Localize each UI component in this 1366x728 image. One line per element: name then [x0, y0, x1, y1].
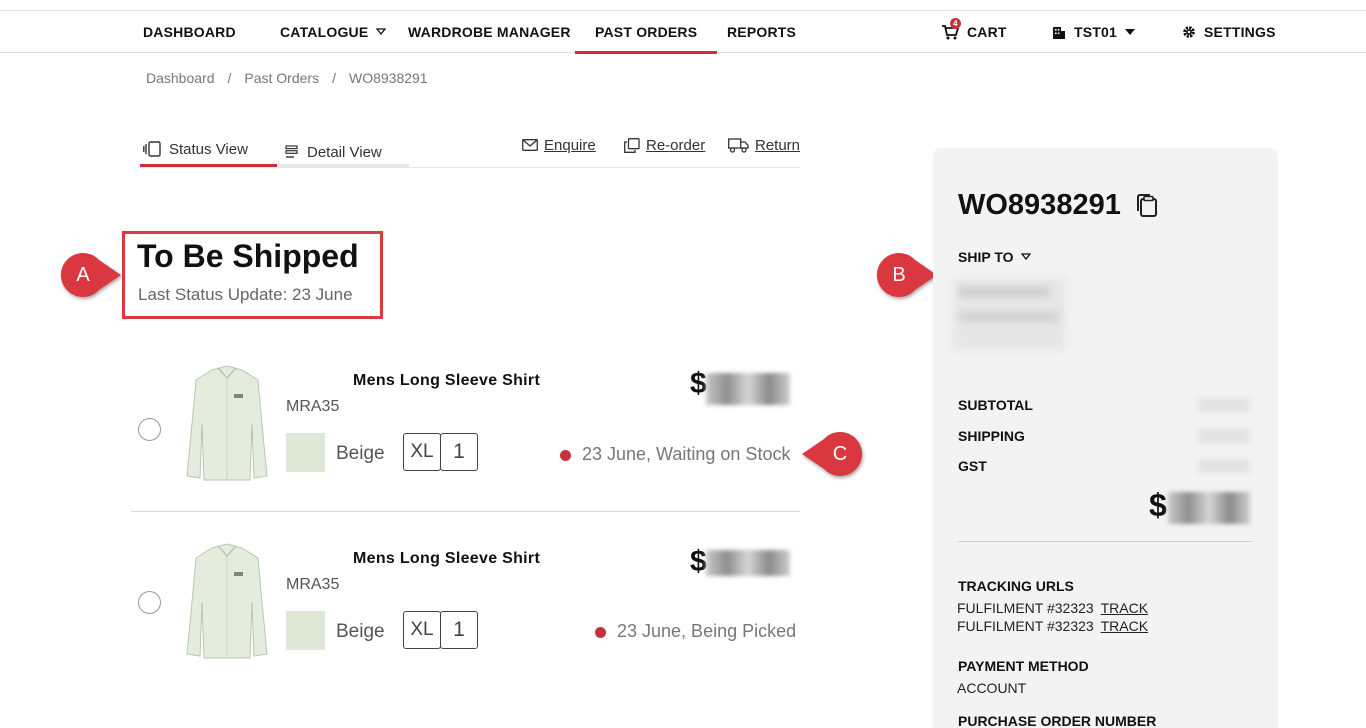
- line-item-price-redacted: [706, 550, 790, 576]
- product-image-shirt: [182, 542, 272, 662]
- tracking-title: TRACKING URLS: [958, 578, 1074, 594]
- truck-icon: [728, 137, 749, 153]
- nav-catalogue[interactable]: CATALOGUE: [280, 11, 387, 53]
- breadcrumb: Dashboard / Past Orders / WO8938291: [146, 70, 428, 86]
- caret-down-icon: [1125, 27, 1136, 38]
- reorder-label: Re-order: [646, 136, 706, 154]
- gst-value-redacted: [1198, 459, 1250, 473]
- callout-c-label: C: [832, 443, 848, 465]
- callout-b-label: B: [892, 264, 906, 286]
- nav-cart[interactable]: 4 CART: [942, 11, 1007, 53]
- track-link[interactable]: TRACK: [1101, 600, 1148, 616]
- callout-b: B: [875, 251, 937, 299]
- enquire-label: Enquire: [544, 136, 596, 154]
- status-dot: [595, 627, 606, 638]
- payment-title: PAYMENT METHOD: [958, 658, 1089, 674]
- chevron-down-icon: [376, 27, 387, 38]
- copy-icon: [624, 137, 640, 153]
- cart-count-badge: 4: [950, 17, 961, 29]
- gst-label: GST: [958, 458, 987, 474]
- line-item-size: XL: [403, 433, 441, 471]
- line-item-qty: 1: [440, 611, 478, 649]
- line-item-sku: MRA35: [286, 398, 340, 415]
- line-item-price-redacted: [706, 373, 790, 405]
- status-group-title: To Be Shipped: [137, 238, 359, 274]
- status-group-subtitle: Last Status Update: 23 June: [138, 285, 353, 304]
- ship-to-address-redacted: [953, 278, 1066, 350]
- copy-order-number-icon[interactable]: [1134, 193, 1159, 223]
- callout-a: A: [59, 251, 121, 299]
- tracking-row: FULFILMENT #32323 TRACK: [957, 600, 1148, 616]
- breadcrumb-current: WO8938291: [348, 70, 428, 86]
- nav-settings-label: SETTINGS: [1204, 24, 1276, 40]
- shipping-value-redacted: [1198, 429, 1250, 443]
- line-item-size: XL: [403, 611, 441, 649]
- nav-catalogue-label: CATALOGUE: [280, 24, 369, 40]
- tab-status-view[interactable]: Status View: [143, 130, 248, 168]
- line-item-status: 23 June, Being Picked: [617, 621, 797, 641]
- total-value-redacted: [1168, 492, 1250, 524]
- line-item-name: Mens Long Sleeve Shirt: [353, 550, 541, 567]
- product-image-shirt: [182, 364, 272, 484]
- nav-wardrobe-manager[interactable]: WARDROBE MANAGER: [408, 11, 571, 53]
- ship-to-label: SHIP TO: [958, 249, 1014, 265]
- line-item-name: Mens Long Sleeve Shirt: [353, 372, 541, 389]
- gear-icon: [1182, 25, 1196, 39]
- line-item-select-radio[interactable]: [138, 418, 161, 441]
- tab-detail-view-label: Detail View: [307, 143, 382, 161]
- chevron-down-icon: [1020, 252, 1031, 263]
- breadcrumb-past-orders[interactable]: Past Orders: [244, 70, 319, 86]
- cart-icon: 4: [942, 17, 961, 40]
- building-icon: [1052, 25, 1066, 39]
- nav-reports[interactable]: REPORTS: [727, 11, 796, 53]
- nav-account[interactable]: TST01: [1052, 11, 1136, 53]
- breadcrumb-separator: /: [227, 70, 232, 86]
- nav-dashboard[interactable]: DASHBOARD: [143, 11, 236, 53]
- return-link[interactable]: Return: [728, 134, 800, 156]
- shipping-label: SHIPPING: [958, 428, 1025, 444]
- line-item-status: 23 June, Waiting on Stock: [582, 444, 791, 464]
- line-item-sku: MRA35: [286, 576, 340, 593]
- po-title: PURCHASE ORDER NUMBER: [958, 713, 1157, 728]
- tab-status-view-label: Status View: [169, 140, 248, 158]
- summary-divider: [958, 541, 1253, 542]
- line-item-price-currency: $: [690, 367, 707, 400]
- tracking-fulfilment: FULFILMENT #32323: [957, 618, 1094, 634]
- line-item-color: Beige: [336, 443, 385, 464]
- callout-a-label: A: [76, 264, 90, 286]
- return-label: Return: [755, 136, 801, 154]
- breadcrumb-separator: /: [332, 70, 336, 86]
- enquire-link[interactable]: Enquire: [522, 134, 596, 156]
- nav-settings[interactable]: SETTINGS: [1182, 11, 1276, 53]
- line-item-color: Beige: [336, 621, 385, 642]
- tracking-row: FULFILMENT #32323 TRACK: [957, 618, 1148, 634]
- payment-value: ACCOUNT: [957, 680, 1027, 696]
- nav-past-orders[interactable]: PAST ORDERS: [574, 11, 718, 54]
- nav-cart-label: CART: [967, 24, 1007, 40]
- line-item-select-radio[interactable]: [138, 591, 161, 614]
- order-number: WO8938291: [958, 189, 1121, 221]
- breadcrumb-dashboard[interactable]: Dashboard: [146, 70, 215, 86]
- tabs-divider: [140, 167, 800, 168]
- main-nav: DASHBOARD CATALOGUE WARDROBE MANAGER PAS…: [0, 11, 1366, 54]
- line-item-divider: [131, 511, 800, 512]
- callout-c: C: [802, 430, 864, 478]
- line-item-qty: 1: [440, 433, 478, 471]
- track-link[interactable]: TRACK: [1101, 618, 1148, 634]
- status-view-icon: [143, 141, 161, 157]
- reorder-link[interactable]: Re-order: [624, 134, 705, 156]
- ship-to-toggle[interactable]: SHIP TO: [958, 249, 1031, 265]
- color-swatch: [286, 433, 325, 472]
- line-item-price-currency: $: [690, 545, 707, 578]
- total-currency: $: [1149, 487, 1167, 523]
- color-swatch: [286, 611, 325, 650]
- status-dot: [560, 450, 571, 461]
- envelope-icon: [522, 139, 538, 151]
- nav-account-label: TST01: [1074, 24, 1118, 40]
- subtotal-label: SUBTOTAL: [958, 397, 1033, 413]
- tracking-fulfilment: FULFILMENT #32323: [957, 600, 1094, 616]
- list-icon: [285, 145, 299, 159]
- subtotal-value-redacted: [1198, 398, 1250, 412]
